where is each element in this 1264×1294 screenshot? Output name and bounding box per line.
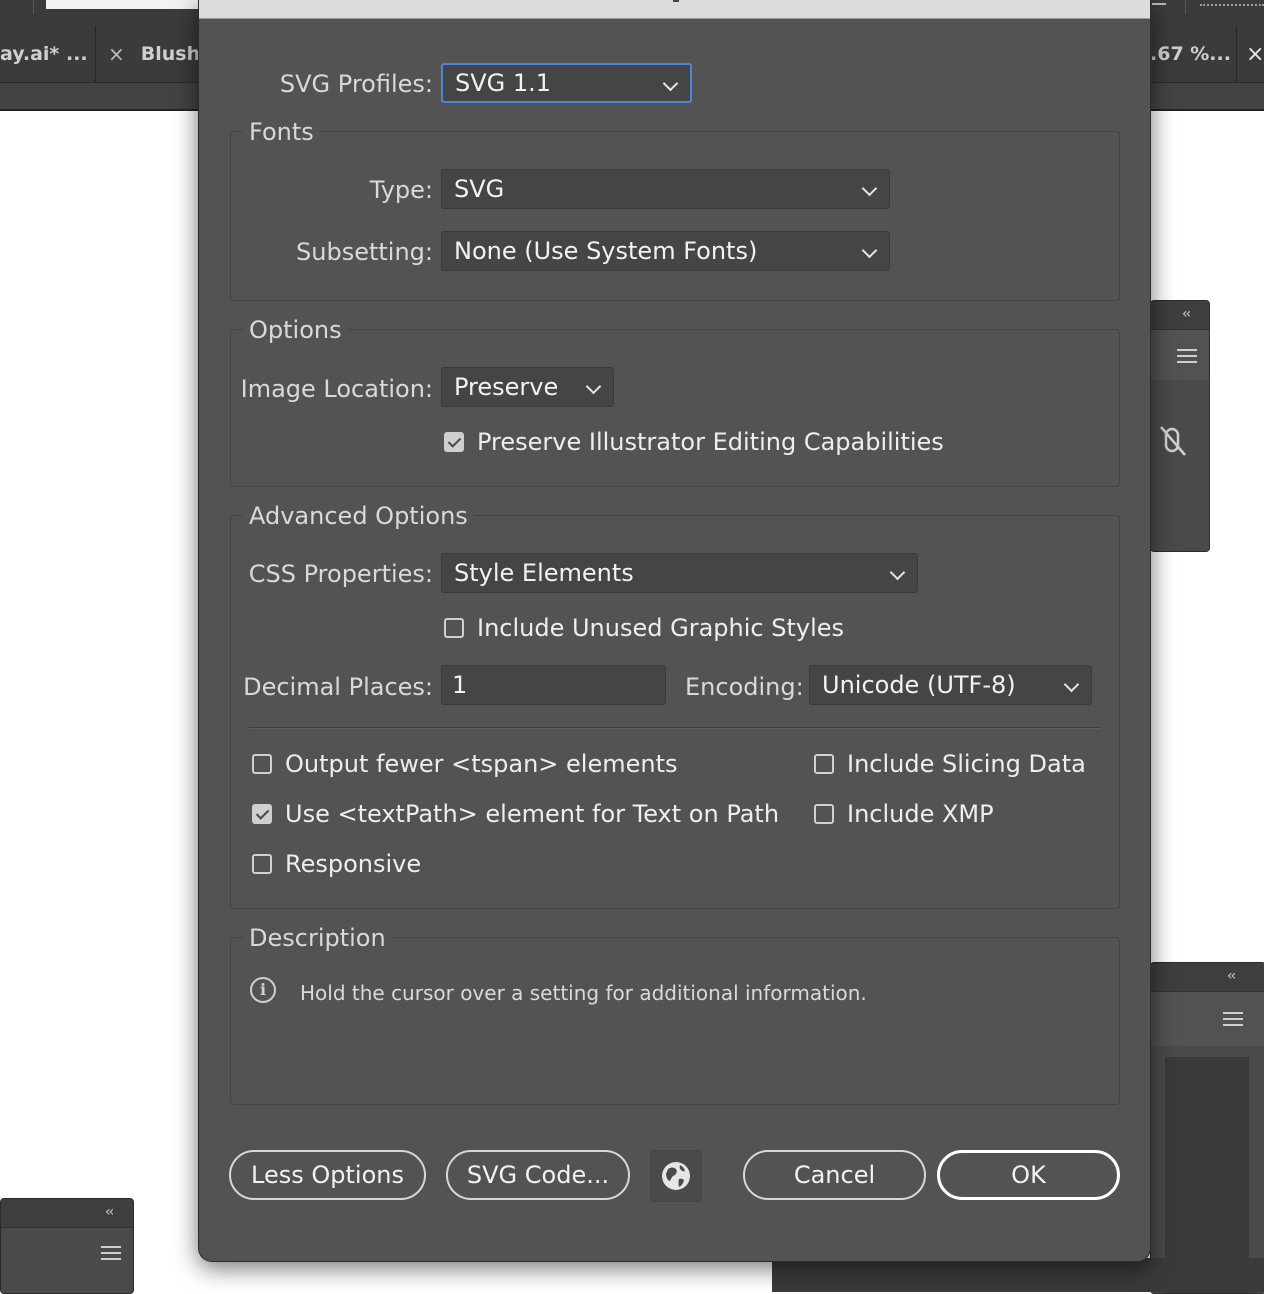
- document-tab[interactable]: × Blush: [108, 26, 200, 82]
- advanced-options-title: Advanced Options: [243, 502, 474, 530]
- svg-profiles-select[interactable]: SVG 1.1: [441, 63, 692, 103]
- subsetting-label: Subsetting:: [296, 238, 433, 266]
- document-tab[interactable]: .67 %...: [1150, 26, 1231, 82]
- panel-menu-icon[interactable]: [1223, 1012, 1243, 1026]
- panel-header: ‹‹: [1151, 963, 1264, 992]
- fonts-group: [230, 131, 1120, 301]
- chevron-down-icon: [1063, 676, 1080, 693]
- encoding-value: Unicode (UTF-8): [822, 671, 1016, 699]
- preserve-editing-checkbox[interactable]: [444, 432, 464, 452]
- tab-separator: [1236, 26, 1237, 82]
- less-options-button[interactable]: Less Options: [229, 1150, 426, 1200]
- web-preview-button[interactable]: [650, 1150, 702, 1202]
- document-tab[interactable]: ay.ai* ...: [0, 26, 88, 82]
- top-dotted-line: [1200, 4, 1264, 6]
- panel-menu-icon[interactable]: [1177, 349, 1197, 363]
- options-group: [230, 329, 1120, 487]
- font-type-select[interactable]: SVG: [441, 169, 890, 209]
- decimal-places-input[interactable]: 1: [441, 665, 666, 705]
- include-unused-styles-label[interactable]: Include Unused Graphic Styles: [477, 614, 844, 642]
- use-textpath-checkbox[interactable]: [252, 804, 272, 824]
- responsive-checkbox[interactable]: [252, 854, 272, 874]
- close-icon[interactable]: ×: [108, 42, 125, 66]
- collapse-panel-icon[interactable]: ‹‹: [1227, 968, 1236, 984]
- include-slicing-data-checkbox[interactable]: [814, 754, 834, 774]
- left-panel: ‹‹: [0, 1198, 134, 1294]
- description-text: Hold the cursor over a setting for addit…: [300, 981, 867, 1005]
- top-dash: [1152, 3, 1166, 5]
- description-group: [230, 937, 1120, 1105]
- chevron-down-icon: [889, 564, 906, 581]
- document-tab-label: Blush: [140, 43, 201, 65]
- preserve-editing-label[interactable]: Preserve Illustrator Editing Capabilitie…: [477, 428, 944, 456]
- responsive-label[interactable]: Responsive: [285, 850, 421, 878]
- panel-menu-icon[interactable]: [101, 1246, 121, 1260]
- include-slicing-data-label[interactable]: Include Slicing Data: [847, 750, 1086, 778]
- svg-code-button[interactable]: SVG Code...: [446, 1150, 630, 1200]
- tab-separator: [95, 26, 96, 82]
- image-location-value: Preserve: [454, 373, 559, 401]
- output-fewer-tspan-checkbox[interactable]: [252, 754, 272, 774]
- css-properties-value: Style Elements: [454, 559, 634, 587]
- right-panel-lower: ‹‹: [1150, 962, 1264, 1294]
- title-fragment: [673, 0, 679, 2]
- use-textpath-label[interactable]: Use <textPath> element for Text on Path: [285, 800, 779, 828]
- description-title: Description: [243, 924, 392, 952]
- globe-icon: [662, 1162, 690, 1190]
- dialog-title-bar: [199, 0, 1150, 19]
- right-panel: ‹‹: [1150, 300, 1210, 552]
- css-properties-select[interactable]: Style Elements: [441, 553, 918, 593]
- encoding-select[interactable]: Unicode (UTF-8): [809, 665, 1092, 705]
- subsetting-select[interactable]: None (Use System Fonts): [441, 231, 890, 271]
- collapse-panel-icon[interactable]: ‹‹: [1182, 306, 1191, 322]
- panel-toolbar: [1151, 992, 1264, 1046]
- panel-header: ‹‹: [1, 1199, 133, 1228]
- chevron-down-icon: [861, 180, 878, 197]
- document-tab-label: ay.ai* ...: [0, 43, 88, 65]
- close-tab-button[interactable]: ×: [1246, 26, 1264, 82]
- ok-button[interactable]: OK: [937, 1150, 1120, 1200]
- css-properties-label: CSS Properties:: [248, 560, 433, 588]
- info-icon: i: [250, 977, 276, 1003]
- include-xmp-label[interactable]: Include XMP: [847, 800, 994, 828]
- collapse-panel-icon[interactable]: ‹‹: [105, 1204, 114, 1220]
- include-unused-styles-checkbox[interactable]: [444, 618, 464, 638]
- top-separator: [1185, 0, 1186, 14]
- output-fewer-tspan-label[interactable]: Output fewer <tspan> elements: [285, 750, 677, 778]
- link-off-icon[interactable]: [1157, 421, 1191, 461]
- section-divider: [249, 727, 1101, 729]
- panel-header: ‹‹: [1151, 301, 1209, 330]
- options-group-title: Options: [243, 316, 348, 344]
- chevron-down-icon: [861, 242, 878, 259]
- svg-profiles-label: SVG Profiles:: [279, 70, 433, 98]
- fonts-group-title: Fonts: [243, 118, 320, 146]
- include-xmp-checkbox[interactable]: [814, 804, 834, 824]
- svg-options-dialog: SVG Profiles: SVG 1.1 Fonts Type: SVG Su…: [198, 0, 1151, 1262]
- bottom-panel-strip: [772, 1258, 1264, 1292]
- document-tab-label: .67 %...: [1150, 43, 1231, 65]
- top-white-box: [46, 0, 206, 9]
- panel-toolbar: [1151, 330, 1209, 380]
- close-icon: ×: [1246, 41, 1264, 67]
- decimal-places-label: Decimal Places:: [243, 673, 433, 701]
- chevron-down-icon: [662, 75, 679, 92]
- font-type-label: Type:: [369, 176, 433, 204]
- image-location-select[interactable]: Preserve: [441, 367, 614, 407]
- font-type-value: SVG: [454, 175, 505, 203]
- svg-profiles-value: SVG 1.1: [455, 69, 552, 97]
- cancel-button[interactable]: Cancel: [743, 1150, 926, 1200]
- top-separator: [33, 0, 34, 14]
- subsetting-value: None (Use System Fonts): [454, 237, 758, 265]
- image-location-label: Image Location:: [240, 375, 433, 403]
- chevron-down-icon: [585, 378, 602, 395]
- encoding-label: Encoding:: [685, 673, 804, 701]
